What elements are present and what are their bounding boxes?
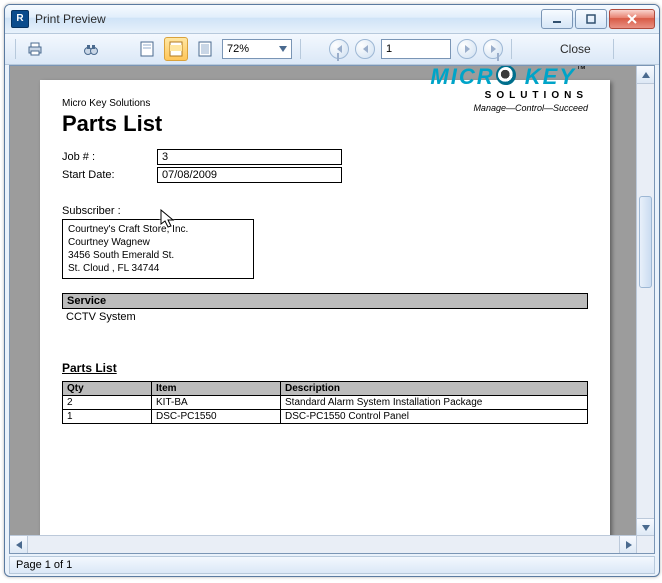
printer-icon xyxy=(27,41,43,57)
report-page: Micro Key Solutions Parts List MICR KEY™… xyxy=(40,80,610,540)
start-date-value: 07/08/2009 xyxy=(157,167,342,183)
chevron-up-icon xyxy=(642,72,650,78)
subscriber-line: Courtney's Craft Store, Inc. xyxy=(68,223,248,236)
table-header-row: Qty Item Description xyxy=(63,382,588,396)
titlebar[interactable]: R Print Preview xyxy=(5,5,659,34)
scroll-up-button[interactable] xyxy=(637,66,654,84)
scroll-left-button[interactable] xyxy=(10,536,28,553)
logo: MICR KEY™ SOLUTIONS Manage—Control—Succe… xyxy=(430,65,588,147)
minimize-button[interactable] xyxy=(541,9,573,29)
col-item: Item xyxy=(152,382,281,396)
next-page-button[interactable] xyxy=(457,39,477,59)
print-button[interactable] xyxy=(24,38,46,60)
parts-table: Qty Item Description 2 KIT-BA Standard A… xyxy=(62,381,588,424)
scroll-thumb[interactable] xyxy=(639,196,652,288)
zoom-value: 72% xyxy=(227,43,249,55)
company-name: Micro Key Solutions xyxy=(62,98,162,109)
logo-tagline: Manage—Control—Succeed xyxy=(430,103,588,113)
cell-desc: Standard Alarm System Installation Packa… xyxy=(281,396,588,410)
logo-text-left: MICR xyxy=(430,65,494,89)
parts-list-heading: Parts List xyxy=(62,361,588,375)
trademark-icon: ™ xyxy=(576,65,588,75)
maximize-button[interactable] xyxy=(575,9,607,29)
status-page-text: Page 1 of 1 xyxy=(16,559,72,571)
job-number-value: 3 xyxy=(157,149,342,165)
chevron-left-icon xyxy=(16,541,22,549)
find-button[interactable] xyxy=(80,38,102,60)
chevron-down-icon xyxy=(642,525,650,531)
page-number-input[interactable]: 1 xyxy=(381,39,451,59)
chevron-right-icon xyxy=(626,541,632,549)
prev-page-button[interactable] xyxy=(355,39,375,59)
page-number-value: 1 xyxy=(386,43,392,55)
cell-desc: DSC-PC1550 Control Panel xyxy=(281,410,588,424)
subscriber-label: Subscriber : xyxy=(62,205,588,217)
preview-area[interactable]: Micro Key Solutions Parts List MICR KEY™… xyxy=(9,65,655,554)
table-row: 2 KIT-BA Standard Alarm System Installat… xyxy=(63,396,588,410)
subscriber-box: Courtney's Craft Store, Inc. Courtney Wa… xyxy=(62,219,254,279)
app-icon: R xyxy=(11,10,29,28)
toolbar: 72% 1 Close xyxy=(5,34,659,65)
logo-text-right: KEY xyxy=(517,65,576,89)
print-preview-window: R Print Preview 72% xyxy=(4,4,660,577)
next-page-icon xyxy=(465,45,470,53)
start-date-label: Start Date: xyxy=(62,169,157,181)
service-heading: Service xyxy=(62,293,588,309)
logo-eye-icon xyxy=(496,65,516,85)
subscriber-line: 3456 South Emerald St. xyxy=(68,249,248,262)
horizontal-scrollbar[interactable] xyxy=(10,535,654,553)
maximize-icon xyxy=(586,14,596,24)
first-page-button[interactable] xyxy=(329,39,349,59)
vertical-scrollbar[interactable] xyxy=(636,66,654,536)
report-title: Parts List xyxy=(62,111,162,137)
service-value: CCTV System xyxy=(62,309,588,325)
prev-page-icon xyxy=(363,45,368,53)
scroll-corner xyxy=(636,536,654,553)
chevron-down-icon xyxy=(279,46,287,52)
col-description: Description xyxy=(281,382,588,396)
page-width-icon xyxy=(169,41,183,57)
zoom-whole-page-button[interactable] xyxy=(136,38,158,60)
logo-subtitle: SOLUTIONS xyxy=(430,90,588,101)
zoom-page-width-button[interactable] xyxy=(164,37,188,61)
statusbar: Page 1 of 1 xyxy=(9,556,655,574)
col-qty: Qty xyxy=(63,382,152,396)
page-whole-icon xyxy=(140,41,154,57)
subscriber-line: Courtney Wagnew xyxy=(68,236,248,249)
minimize-icon xyxy=(552,14,562,24)
cell-qty: 2 xyxy=(63,396,152,410)
close-preview-button[interactable]: Close xyxy=(546,42,605,56)
scroll-down-button[interactable] xyxy=(637,518,654,536)
scroll-right-button[interactable] xyxy=(619,536,637,553)
last-page-button[interactable] xyxy=(483,39,503,59)
table-row: 1 DSC-PC1550 DSC-PC1550 Control Panel xyxy=(63,410,588,424)
close-window-button[interactable] xyxy=(609,9,655,29)
zoom-combobox[interactable]: 72% xyxy=(222,39,292,59)
cell-qty: 1 xyxy=(63,410,152,424)
page-100-icon xyxy=(198,41,212,57)
binoculars-icon xyxy=(83,41,99,57)
job-number-label: Job # : xyxy=(62,151,157,163)
cell-item: DSC-PC1550 xyxy=(152,410,281,424)
close-icon xyxy=(626,14,638,24)
zoom-100-button[interactable] xyxy=(194,38,216,60)
subscriber-line: St. Cloud , FL 34744 xyxy=(68,262,248,275)
window-title: Print Preview xyxy=(35,12,106,26)
last-page-icon xyxy=(491,45,496,53)
cell-item: KIT-BA xyxy=(152,396,281,410)
first-page-icon xyxy=(337,45,342,53)
